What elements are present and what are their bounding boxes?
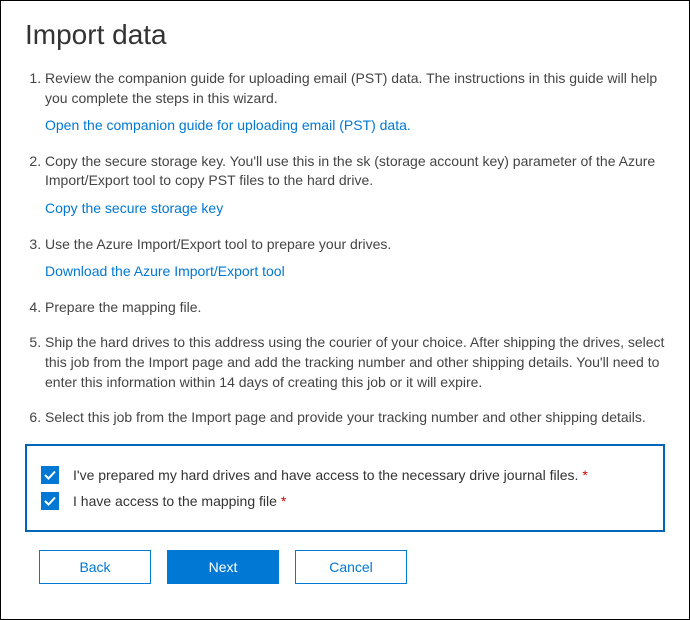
required-asterisk: * [582, 467, 587, 483]
download-tool-link[interactable]: Download the Azure Import/Export tool [45, 262, 285, 282]
mapping-file-row: I have access to the mapping file* [41, 492, 649, 510]
prepared-drives-checkbox[interactable] [41, 466, 59, 484]
page-title: Import data [25, 19, 665, 51]
steps-list: Review the companion guide for uploading… [25, 69, 665, 428]
check-icon [44, 469, 56, 481]
step-1: Review the companion guide for uploading… [45, 69, 665, 136]
step-3: Use the Azure Import/Export tool to prep… [45, 235, 665, 282]
step-6: Select this job from the Import page and… [45, 408, 665, 428]
step-5: Ship the hard drives to this address usi… [45, 333, 665, 392]
prepared-drives-label: I've prepared my hard drives and have ac… [73, 467, 588, 483]
back-button[interactable]: Back [39, 550, 151, 584]
cancel-button[interactable]: Cancel [295, 550, 407, 584]
step-1-text: Review the companion guide for uploading… [45, 69, 665, 108]
copy-storage-key-link[interactable]: Copy the secure storage key [45, 199, 223, 219]
prepared-drives-row: I've prepared my hard drives and have ac… [41, 466, 649, 484]
step-4-text: Prepare the mapping file. [45, 298, 665, 318]
step-2-text: Copy the secure storage key. You'll use … [45, 152, 665, 191]
check-icon [44, 495, 56, 507]
mapping-file-checkbox[interactable] [41, 492, 59, 510]
next-button[interactable]: Next [167, 550, 279, 584]
step-4: Prepare the mapping file. [45, 298, 665, 318]
mapping-file-label: I have access to the mapping file* [73, 493, 286, 509]
step-3-text: Use the Azure Import/Export tool to prep… [45, 235, 665, 255]
step-5-text: Ship the hard drives to this address usi… [45, 333, 665, 392]
step-2: Copy the secure storage key. You'll use … [45, 152, 665, 219]
confirmation-section: I've prepared my hard drives and have ac… [25, 444, 665, 532]
step-6-text: Select this job from the Import page and… [45, 408, 665, 428]
open-companion-guide-link[interactable]: Open the companion guide for uploading e… [45, 116, 411, 136]
required-asterisk: * [281, 493, 286, 509]
wizard-buttons: Back Next Cancel [25, 550, 665, 584]
